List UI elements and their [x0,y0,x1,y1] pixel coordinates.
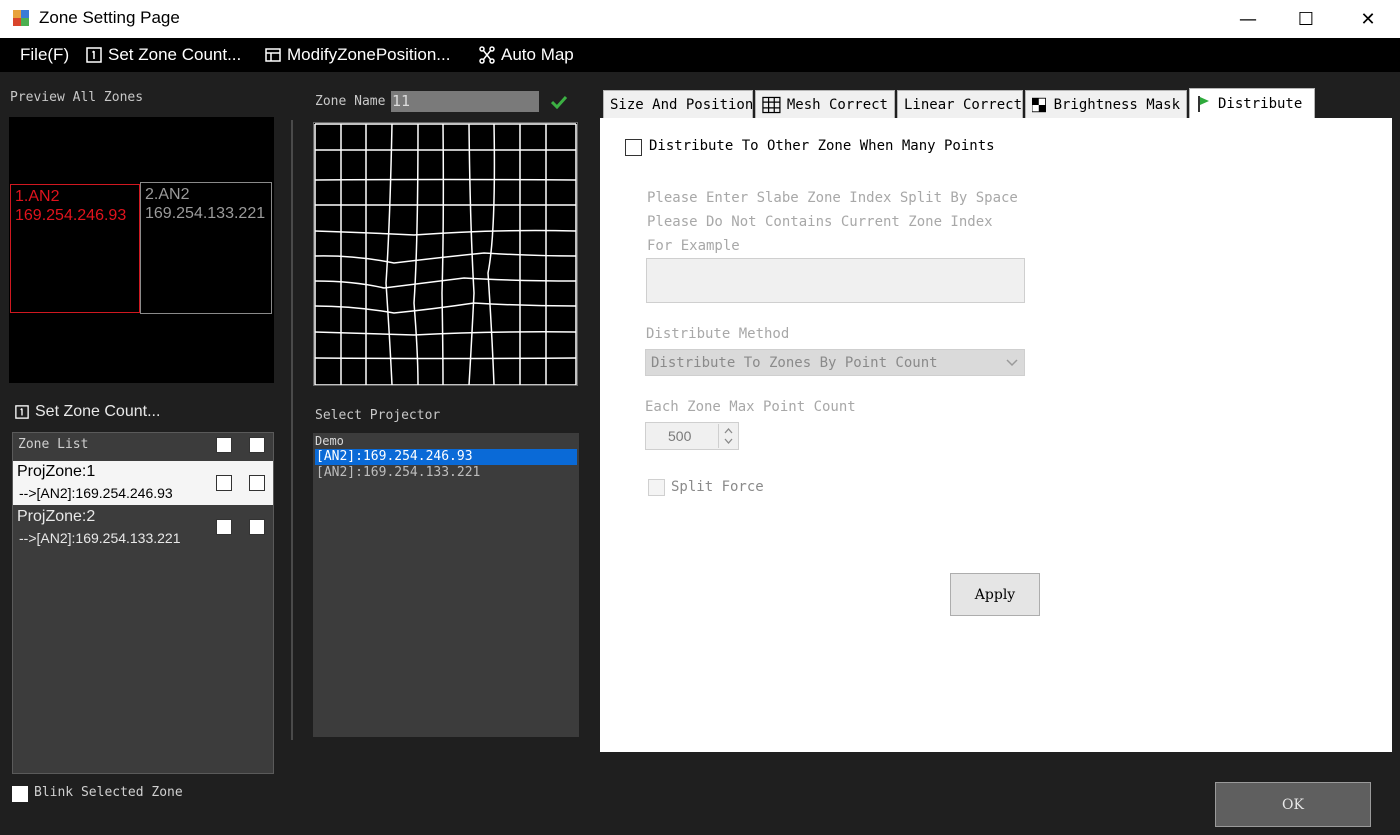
set-zone-count-label: Set Zone Count... [35,403,161,420]
title-bar [0,0,1400,38]
maximize-icon: ☐ [1297,8,1315,30]
zone-item-detail: -->[AN2]:169.254.133.221 [19,530,181,546]
distribute-method-value: Distribute To Zones By Point Count [651,355,938,371]
zone-item-detail: -->[AN2]:169.254.246.93 [19,485,173,501]
apply-button[interactable]: Apply [950,573,1040,616]
menu-set-zone-count-label: Set Zone Count... [108,45,242,64]
minimize-icon: — [1239,8,1257,30]
slave-zone-index-input[interactable] [646,258,1025,303]
zones-preview[interactable]: 1.AN2 169.254.246.93 2.AN2 169.254.133.2… [9,117,274,383]
tab-label: Distribute [1218,96,1303,112]
zone-list-header-checkbox-2[interactable] [249,437,265,453]
split-force-checkbox[interactable] [648,479,665,496]
confirm-check-icon[interactable] [550,94,568,113]
ok-button[interactable]: OK [1215,782,1371,827]
menu-set-zone-count[interactable]: Set Zone Count... [86,38,241,72]
stepper-arrows[interactable] [718,424,737,448]
distribute-enable-label: Distribute To Other Zone When Many Point… [649,138,995,154]
tab-label: Mesh Correct [786,96,888,113]
chevron-down-icon [1006,359,1018,367]
distribute-method-select[interactable]: Distribute To Zones By Point Count [645,349,1025,376]
preview-zone-1-name: 1.AN2 [15,188,60,205]
tab-mesh-correct[interactable]: Mesh Correct [755,90,895,118]
max-point-count-label: Each Zone Max Point Count [645,399,856,415]
zone-item-checkbox-2[interactable] [249,519,265,535]
preview-zone-2-ip: 169.254.133.221 [145,205,266,222]
panel-divider [291,120,293,740]
maximize-button[interactable]: ☐ [1276,0,1336,38]
zone-item-checkbox-1[interactable] [216,475,232,491]
auto-map-icon [479,46,495,64]
tab-linear-correct[interactable]: Linear Correct [897,90,1023,118]
number-one-icon [86,47,102,63]
set-zone-count-button[interactable]: Set Zone Count... [15,403,160,421]
select-projector-label: Select Projector [315,408,441,423]
close-icon: ✕ [1360,8,1376,30]
grid-icon [762,96,781,113]
tab-label: Size And Position [610,96,754,113]
zone-list[interactable]: Zone List ProjZone:1 -->[AN2]:169.254.24… [12,432,274,774]
tab-distribute[interactable]: Distribute [1189,88,1315,119]
window-title: Zone Setting Page [39,8,180,27]
zone-item-checkbox-1[interactable] [216,519,232,535]
menu-file-label: File(F) [20,45,70,64]
zone-name-input[interactable]: 11 [391,91,539,112]
tab-label: Brightness Mask [1053,96,1180,113]
flag-icon [1198,96,1209,112]
mesh-preview[interactable] [313,122,578,386]
zone-list-item[interactable]: ProjZone:2 -->[AN2]:169.254.133.221 [13,506,273,550]
menu-modify-zone-position-label: ModifyZonePosition... [287,45,451,64]
zone-list-header-checkbox-1[interactable] [216,437,232,453]
close-button[interactable]: ✕ [1338,0,1398,38]
menu-modify-zone-position[interactable]: ModifyZonePosition... [265,38,450,72]
zone-item-title: ProjZone:1 [17,463,96,480]
preview-zone-1[interactable]: 1.AN2 169.254.246.93 [10,184,140,313]
checker-icon [1032,97,1046,112]
menu-file[interactable]: File(F) [20,38,69,72]
tab-brightness-mask[interactable]: Brightness Mask [1025,90,1187,118]
number-one-icon [15,405,29,419]
tab-label: Linear Correct [904,96,1023,113]
preview-label: Preview All Zones [10,90,144,105]
hint-line-3: For Example [647,238,740,254]
projector-item[interactable]: [AN2]:169.254.133.221 [315,465,577,481]
menu-auto-map[interactable]: Auto Map [479,38,574,72]
projector-item[interactable]: Demo [315,434,577,449]
max-point-count-value: 500 [668,428,692,444]
zone-item-checkbox-2[interactable] [249,475,265,491]
projector-item-selected[interactable]: [AN2]:169.254.246.93 [315,449,577,465]
app-icon [12,9,30,27]
preview-zone-2-name: 2.AN2 [145,186,190,203]
mesh-grid [314,123,577,386]
window-icon [265,48,281,62]
max-point-count-stepper[interactable]: 500 [645,422,739,450]
distribute-panel: Distribute To Other Zone When Many Point… [600,118,1392,752]
blink-checkbox[interactable] [12,786,28,802]
menu-auto-map-label: Auto Map [501,45,574,64]
tab-size-and-position[interactable]: Size And Position [603,90,753,118]
hint-line-2: Please Do Not Contains Current Zone Inde… [647,214,993,230]
split-force-label: Split Force [671,479,764,495]
zone-list-item[interactable]: ProjZone:1 -->[AN2]:169.254.246.93 [13,461,273,505]
distribute-enable-checkbox[interactable] [625,139,642,156]
distribute-method-label: Distribute Method [646,326,790,342]
zone-item-title: ProjZone:2 [17,508,96,525]
hint-line-1: Please Enter Slabe Zone Index Split By S… [647,190,1018,206]
stepper-arrows-icon [724,428,733,444]
preview-zone-1-ip: 169.254.246.93 [15,207,127,224]
minimize-button[interactable]: — [1218,0,1278,38]
blink-label: Blink Selected Zone [34,785,183,800]
zone-name-label: Zone Name [315,94,386,109]
projector-list[interactable]: Demo [AN2]:169.254.246.93 [AN2]:169.254.… [313,433,579,737]
preview-zone-2[interactable]: 2.AN2 169.254.133.221 [140,182,272,314]
zone-list-header: Zone List [18,437,89,452]
